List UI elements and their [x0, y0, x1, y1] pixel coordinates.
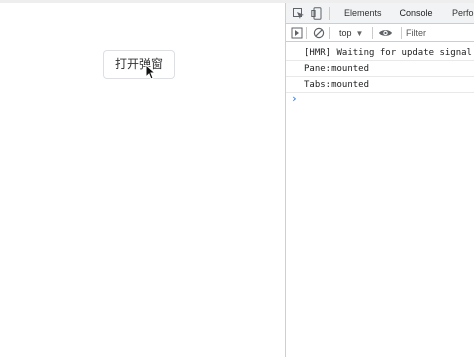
clear-console-icon[interactable]	[313, 27, 325, 39]
devtools-panel: Elements Console Perfo top ▼ Filter [HMR…	[285, 3, 474, 357]
context-selector[interactable]: top ▼	[339, 25, 363, 41]
console-toolbar: top ▼	[286, 24, 474, 42]
inspect-element-icon[interactable]	[292, 7, 305, 20]
console-output: [HMR] Waiting for update signal Pane:mou…	[286, 42, 474, 357]
tab-console[interactable]: Console	[392, 3, 440, 23]
eye-icon[interactable]	[378, 27, 393, 39]
console-message: Tabs:mounted	[286, 77, 474, 93]
toolbar-divider	[372, 27, 373, 39]
console-prompt-icon[interactable]: ›	[291, 93, 299, 105]
context-value: top	[339, 28, 352, 38]
tabs-separator	[329, 7, 330, 20]
toolbar-divider	[329, 27, 330, 39]
devtools-tab-bar: Elements Console Perfo	[286, 3, 474, 24]
tab-performance[interactable]: Perfo	[452, 3, 474, 23]
console-message: [HMR] Waiting for update signal	[286, 45, 474, 61]
console-filter-input[interactable]	[404, 25, 474, 41]
toolbar-divider	[401, 27, 402, 39]
open-modal-button[interactable]: 打开弹窗	[103, 50, 175, 79]
device-toolbar-icon[interactable]	[311, 7, 324, 20]
chevron-down-icon: ▼	[355, 29, 364, 38]
page-view: 打开弹窗	[0, 3, 285, 357]
toolbar-divider	[306, 27, 307, 39]
console-message: Pane:mounted	[286, 61, 474, 77]
browser-screenshot: 打开弹窗 Elements Console Perfo top ▼ Filter…	[0, 0, 474, 357]
tab-elements[interactable]: Elements	[344, 3, 382, 23]
console-sidebar-icon[interactable]	[291, 27, 303, 39]
